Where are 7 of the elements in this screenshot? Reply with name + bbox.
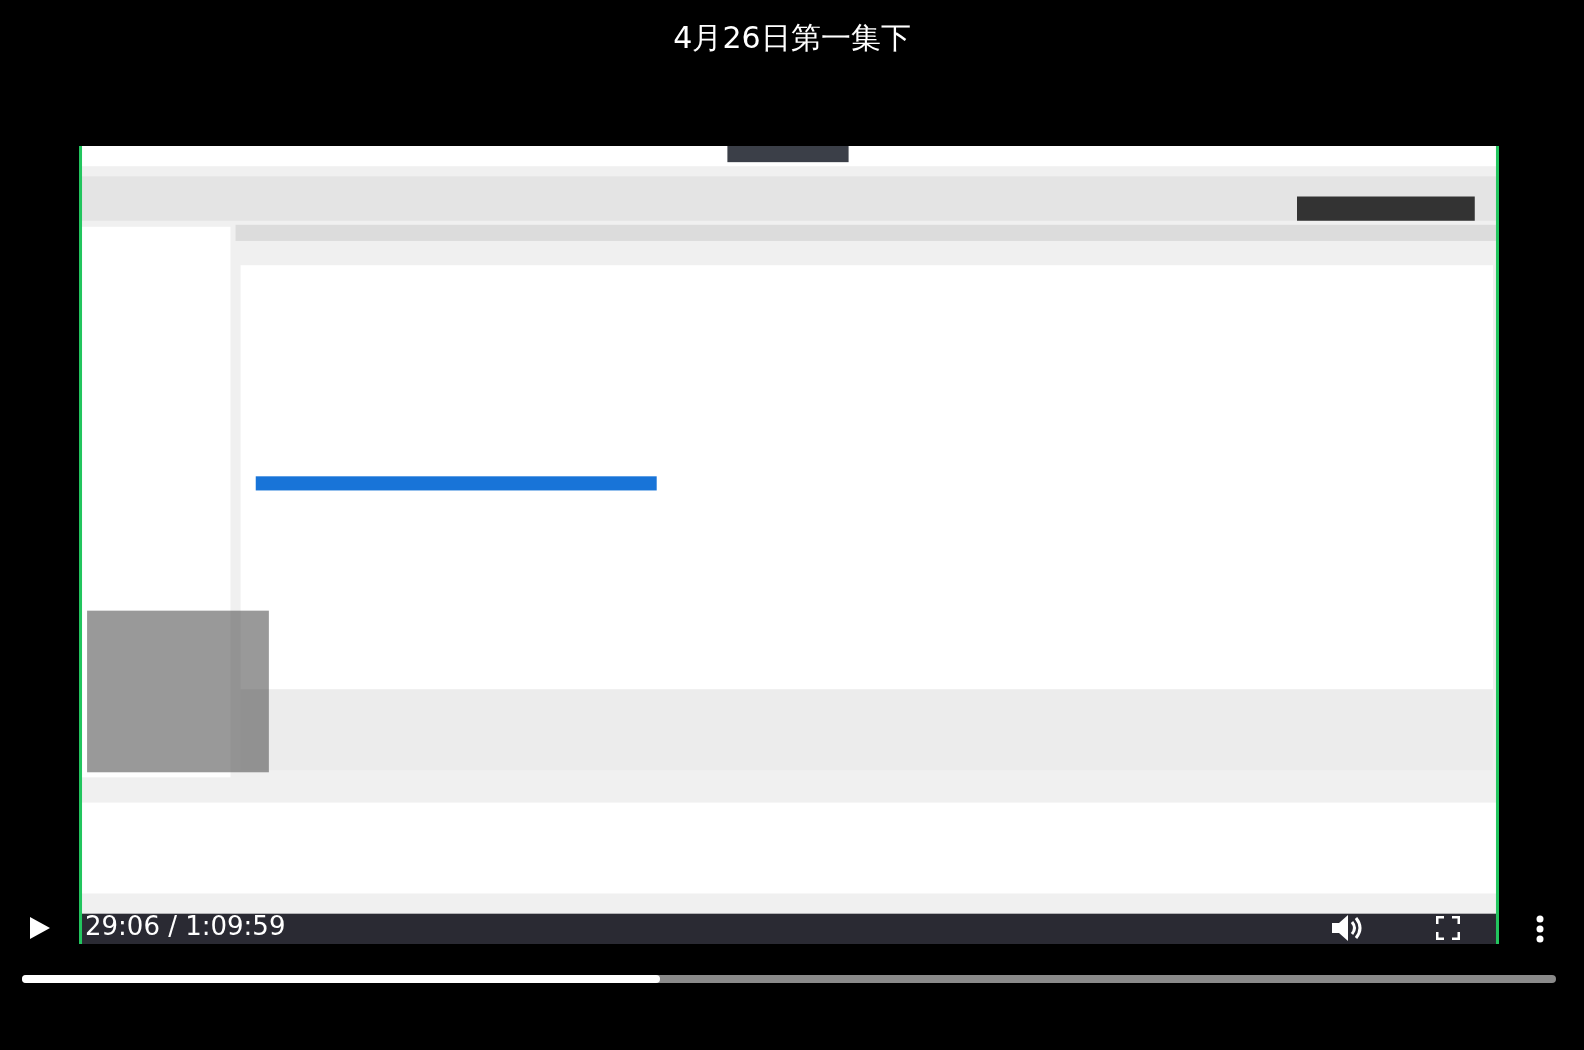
more-icon[interactable] [1536, 915, 1544, 943]
play-icon[interactable] [30, 917, 50, 939]
video-title: 4月26日第一集下 [672, 19, 912, 57]
progress-bar[interactable] [22, 975, 1556, 983]
volume-icon[interactable] [1332, 914, 1364, 942]
time-display: 29:06 / 1:09:59 [85, 911, 286, 941]
fullscreen-icon[interactable] [1436, 916, 1460, 940]
